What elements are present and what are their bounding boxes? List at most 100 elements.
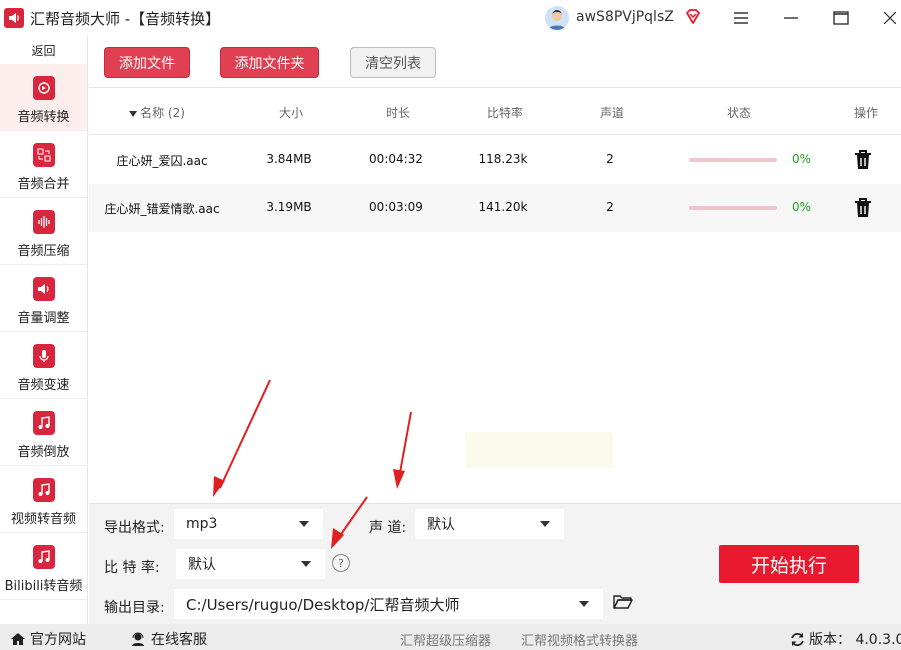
sidebar-item-label: 音频变速: [17, 378, 70, 393]
sidebar-item-label: 音频合并: [17, 177, 70, 192]
refresh-icon: [791, 632, 804, 646]
sidebar-item-bilibili[interactable]: Bilibili转音频: [0, 533, 87, 600]
progress-bar: [689, 206, 777, 210]
column-channels: 声道: [599, 106, 625, 120]
sidebar-item-label: 音频倒放: [17, 445, 70, 460]
sidebar-item-label: 音量调整: [17, 311, 70, 326]
column-bitrate: 比特率: [486, 106, 524, 120]
video-converter-link[interactable]: 汇帮视频格式转换器: [521, 630, 638, 649]
chevron-down-icon: [579, 601, 589, 607]
watermark: [465, 432, 613, 468]
file-size: 3.19MB: [266, 200, 312, 214]
sidebar: 返回 音频转换 音频合并 音频压缩 音量调整 音频变速 音频倒放 视频转音频 B…: [0, 36, 88, 624]
sidebar-item-audio-compress[interactable]: 音频压缩: [0, 198, 87, 265]
output-directory-select[interactable]: C:/Users/ruguo/Desktop/汇帮音频大师: [174, 589, 603, 619]
chevron-down-icon: [299, 521, 309, 527]
close-icon[interactable]: [878, 6, 901, 30]
sidebar-item-label: 视频转音频: [10, 512, 76, 527]
clear-list-button[interactable]: 清空列表: [350, 47, 436, 78]
audio-convert-icon: [32, 76, 55, 100]
audio-merge-icon: [32, 143, 55, 167]
file-channels: 2: [606, 200, 614, 214]
chevron-down-icon: [301, 561, 311, 567]
file-duration: 00:03:09: [369, 200, 423, 214]
progress-bar: [689, 158, 777, 162]
help-icon[interactable]: ?: [332, 554, 350, 572]
sidebar-item-video-to-audio[interactable]: 视频转音频: [0, 466, 87, 533]
home-icon: [11, 633, 25, 645]
format-select[interactable]: mp3: [174, 509, 323, 539]
music-note-icon: [32, 478, 55, 502]
headset-icon: [132, 632, 144, 646]
version-label: 版本： 4.0.3.0: [809, 632, 901, 648]
progress-percent: 0%: [792, 200, 812, 214]
column-name-label: 名称 (2): [140, 106, 185, 120]
music-note-icon: [32, 411, 55, 435]
support-label: 在线客服: [151, 632, 207, 648]
column-name[interactable]: 名称 (2): [129, 104, 185, 121]
sidebar-item-speed[interactable]: 音频变速: [0, 332, 87, 399]
audio-compress-icon: [32, 210, 55, 234]
table-row[interactable]: 庄心妍_错爱情歌.aac 3.19MB 00:03:09 141.20k 2 0…: [89, 184, 901, 232]
sort-down-icon: [129, 110, 138, 117]
file-size: 3.84MB: [266, 152, 312, 166]
column-duration: 时长: [385, 106, 411, 120]
vip-icon[interactable]: [684, 8, 702, 26]
channel-value: 默认: [427, 517, 455, 533]
sidebar-item-label: 音频转换: [17, 110, 70, 125]
toolbar: 添加文件 添加文件夹 清空列表: [89, 36, 901, 88]
website-link[interactable]: 官方网站: [10, 629, 86, 649]
website-label: 官方网站: [30, 632, 86, 648]
progress-percent: 0%: [792, 152, 812, 166]
channel-select[interactable]: 默认: [415, 509, 564, 539]
folder-open-icon[interactable]: [613, 594, 633, 610]
column-actions: 操作: [853, 106, 879, 120]
minimize-icon[interactable]: [779, 6, 803, 30]
file-duration: 00:04:32: [369, 152, 423, 166]
add-folder-button[interactable]: 添加文件夹: [220, 47, 319, 78]
music-note-icon: [32, 545, 55, 569]
chevron-down-icon: [540, 521, 550, 527]
bitrate-select[interactable]: 默认: [176, 549, 325, 579]
version-info[interactable]: 版本： 4.0.3.0: [790, 629, 901, 649]
maximize-icon[interactable]: [829, 6, 853, 30]
format-label: 导出格式:: [104, 520, 165, 536]
sidebar-item-reverse[interactable]: 音频倒放: [0, 399, 87, 466]
trash-icon[interactable]: [854, 150, 872, 170]
start-button[interactable]: 开始执行: [719, 545, 859, 583]
file-bitrate: 141.20k: [478, 200, 528, 214]
back-link[interactable]: 返回: [0, 36, 87, 64]
volume-icon: [32, 277, 55, 301]
trash-icon[interactable]: [854, 198, 872, 218]
bitrate-value: 默认: [188, 557, 216, 573]
title-bar: 汇帮音频大师 -【音频转换】 awS8PVjPqlsZ: [0, 0, 901, 36]
sidebar-item-volume[interactable]: 音量调整: [0, 265, 87, 332]
app-title: 汇帮音频大师 -【音频转换】: [30, 10, 221, 28]
file-channels: 2: [606, 152, 614, 166]
bitrate-label: 比 特 率:: [104, 560, 160, 576]
channel-label: 声 道:: [369, 520, 407, 536]
menu-icon[interactable]: [729, 6, 753, 30]
format-value: mp3: [186, 516, 218, 532]
sidebar-item-audio-merge[interactable]: 音频合并: [0, 131, 87, 198]
sidebar-item-label: Bilibili转音频: [4, 579, 83, 594]
file-name: 庄心妍_爱囚.aac: [116, 154, 208, 168]
app-logo-icon: [4, 8, 24, 28]
table-header: 名称 (2) 大小 时长 比特率 声道 状态 操作: [89, 88, 901, 135]
column-status: 状态: [726, 106, 752, 120]
status-bar: 官方网站 在线客服 汇帮超级压缩器 汇帮视频格式转换器 版本： 4.0.3.0: [0, 624, 901, 650]
microphone-icon: [32, 344, 55, 368]
avatar[interactable]: [545, 6, 569, 30]
compressor-link[interactable]: 汇帮超级压缩器: [400, 630, 491, 649]
file-name: 庄心妍_错爱情歌.aac: [104, 202, 220, 216]
support-link[interactable]: 在线客服: [130, 629, 207, 649]
column-size: 大小: [278, 106, 304, 120]
table-row[interactable]: 庄心妍_爱囚.aac 3.84MB 00:04:32 118.23k 2 0%: [89, 136, 901, 184]
settings-panel: 导出格式: mp3 声 道: 默认 比 特 率: 默认 ? 开始执行 输出目录:…: [89, 503, 901, 624]
file-bitrate: 118.23k: [478, 152, 528, 166]
sidebar-item-label: 音频压缩: [17, 244, 70, 259]
user-name[interactable]: awS8PVjPqlsZ: [576, 9, 674, 25]
sidebar-item-audio-convert[interactable]: 音频转换: [0, 64, 87, 131]
main-panel: 添加文件 添加文件夹 清空列表 名称 (2) 大小 时长 比特率 声道 状态 操…: [89, 36, 901, 624]
add-file-button[interactable]: 添加文件: [104, 47, 190, 78]
